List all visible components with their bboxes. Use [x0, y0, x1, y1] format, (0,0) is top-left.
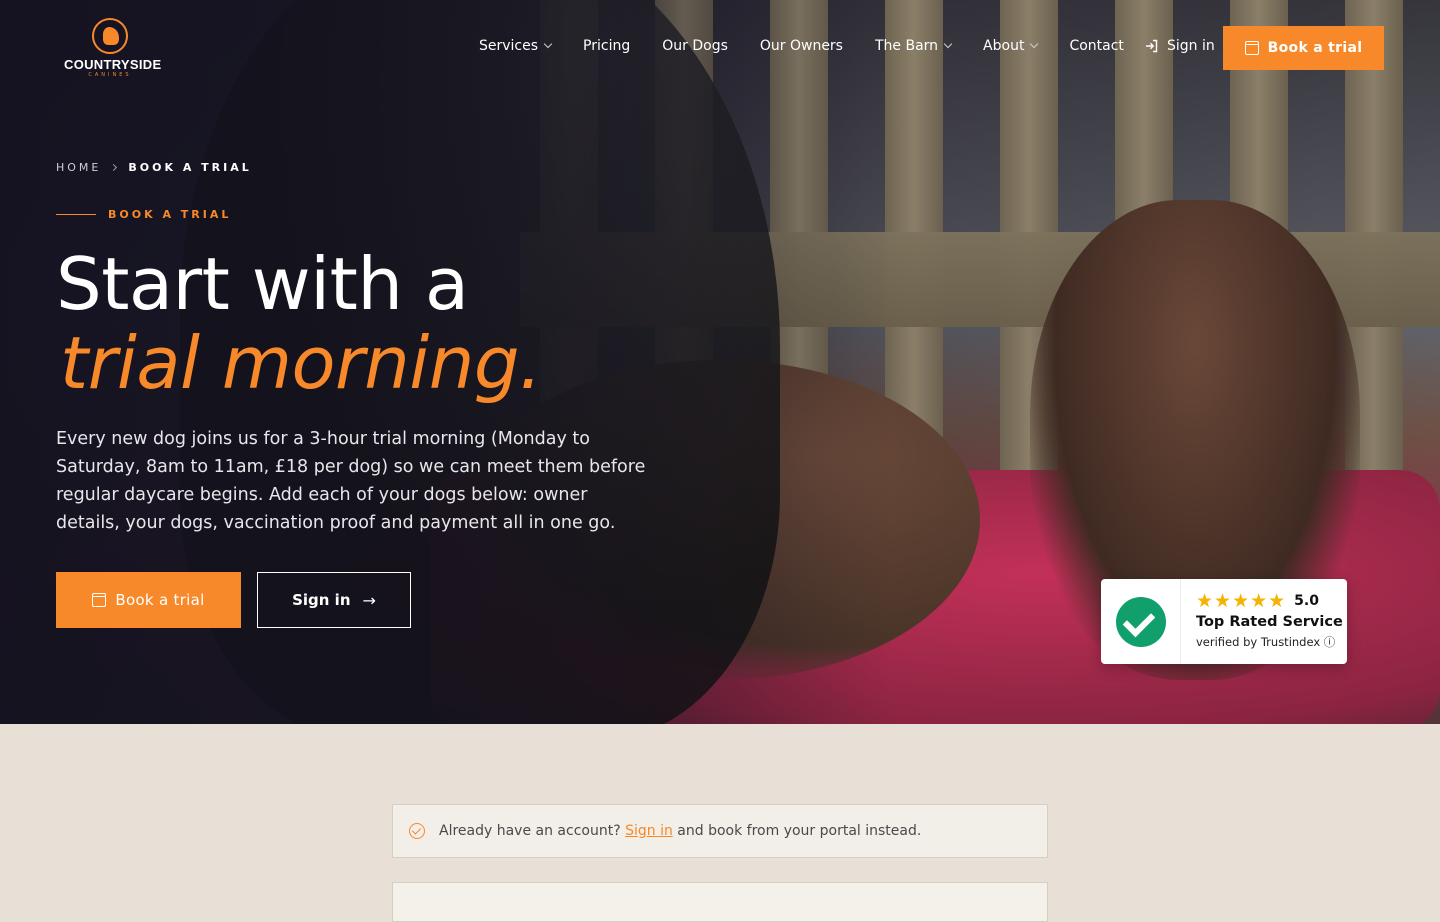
trust-subtitle: verified by Trustindex ⓘ: [1196, 635, 1336, 649]
chevron-down-icon: [1030, 39, 1039, 49]
hero-title-emphasis: trial morning.: [60, 321, 542, 405]
account-notice: Already have an account? Sign in and boo…: [392, 804, 1048, 858]
hero-signin-button[interactable]: Sign in →: [257, 572, 411, 628]
book-trial-button[interactable]: Book a trial: [56, 572, 241, 628]
login-icon: [1146, 39, 1158, 53]
top-navigation: COUNTRYSIDE CANINES Services Pricing Our…: [0, 0, 1440, 96]
nav-item-our-dogs[interactable]: Our Dogs: [662, 38, 728, 54]
hero-eyebrow: BOOK A TRIAL: [56, 208, 231, 221]
arrow-right-icon: →: [362, 590, 376, 610]
nav-signin-link[interactable]: Sign in: [1145, 38, 1215, 54]
chevron-right-icon: [110, 163, 118, 172]
calendar-icon: [92, 593, 107, 607]
verified-check-icon: [1115, 596, 1166, 647]
nav-menu: Services Pricing Our Dogs Our Owners The…: [479, 38, 1156, 54]
nav-book-trial-button[interactable]: Book a trial: [1223, 26, 1384, 70]
nav-item-services[interactable]: Services: [479, 38, 553, 54]
hero-section: COUNTRYSIDE CANINES Services Pricing Our…: [0, 0, 1440, 724]
logo-subtext: CANINES: [88, 72, 132, 78]
nav-item-about[interactable]: About: [983, 38, 1039, 54]
star-icons: ★★★★★: [1196, 590, 1287, 612]
check-circle-icon: [409, 823, 425, 839]
breadcrumb-home[interactable]: HOME: [56, 161, 101, 174]
notice-signin-link[interactable]: Sign in: [625, 823, 673, 839]
chevron-down-icon: [943, 39, 953, 49]
nav-item-our-owners[interactable]: Our Owners: [760, 38, 843, 54]
chevron-down-icon: [543, 39, 553, 49]
dog-logo-icon: [92, 18, 128, 54]
nav-item-contact[interactable]: Contact: [1069, 38, 1123, 54]
calendar-icon: [1244, 41, 1259, 55]
booking-form-card: [392, 882, 1048, 922]
eyebrow-divider: [56, 213, 96, 216]
nav-item-pricing[interactable]: Pricing: [583, 38, 630, 54]
trustindex-badge[interactable]: ★★★★★ 5.0 Top Rated Service verified by …: [1101, 579, 1347, 664]
trust-title: Top Rated Service: [1196, 614, 1343, 630]
logo-text: COUNTRYSIDE: [64, 57, 162, 72]
hero-description: Every new dog joins us for a 3-hour tria…: [56, 429, 646, 533]
hero-title: Start with a: [56, 242, 469, 326]
breadcrumb-current: BOOK A TRIAL: [128, 161, 252, 174]
rating-stars: ★★★★★ 5.0: [1196, 590, 1343, 612]
nav-item-the-barn[interactable]: The Barn: [875, 38, 953, 54]
breadcrumb: HOME BOOK A TRIAL: [56, 161, 252, 174]
rating-score: 5.0: [1294, 593, 1319, 609]
logo[interactable]: COUNTRYSIDE CANINES: [64, 18, 162, 80]
